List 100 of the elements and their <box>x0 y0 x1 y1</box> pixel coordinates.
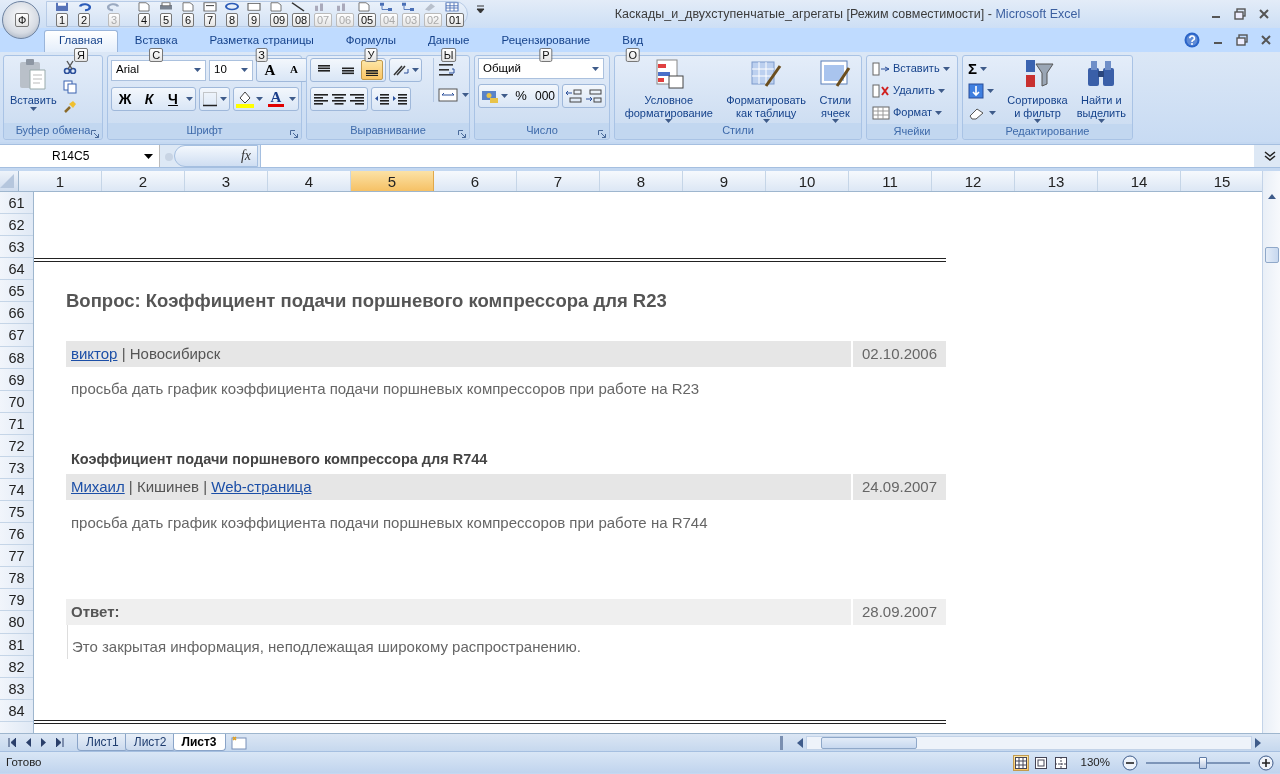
row-header[interactable]: 84 <box>0 699 33 722</box>
column-header[interactable]: 14 <box>1098 171 1181 191</box>
view-button[interactable] <box>1032 754 1049 771</box>
rectangle-icon[interactable] <box>247 2 261 12</box>
fill-color-icon[interactable] <box>236 90 254 108</box>
border-icon[interactable] <box>202 91 218 107</box>
row-header[interactable]: 72 <box>0 434 33 457</box>
styles-button[interactable]: Форматировать как таблицу <box>723 58 810 123</box>
sheet-tab[interactable]: Лист1 <box>77 734 128 751</box>
row-header[interactable]: 74 <box>0 479 33 502</box>
customize-toolbar-icon[interactable] <box>476 4 485 14</box>
page-icon[interactable] <box>181 2 195 12</box>
scroll-left-icon[interactable] <box>796 737 804 748</box>
cells-button[interactable]: Формат <box>870 102 954 124</box>
column-header[interactable]: 5 <box>351 171 434 191</box>
help-icon[interactable] <box>1184 32 1200 48</box>
italic-button[interactable]: К <box>138 89 160 109</box>
row-header[interactable]: 63 <box>0 236 33 259</box>
paste-button[interactable]: Вставить <box>7 58 60 111</box>
office-button[interactable]: Ф <box>2 1 40 39</box>
styles-button[interactable]: Стили ячеек <box>816 58 855 123</box>
diagram-icon[interactable] <box>379 2 393 12</box>
merge-cells-icon[interactable] <box>438 88 458 102</box>
column-header[interactable]: 9 <box>683 171 766 191</box>
bottom-align-button[interactable] <box>361 60 383 80</box>
view-button[interactable] <box>1012 754 1029 771</box>
insert-function-button[interactable]: fx <box>174 145 258 167</box>
grow-font-button[interactable]: A <box>259 60 281 80</box>
row-header[interactable]: 61 <box>0 192 33 215</box>
name-box[interactable]: R14C5 <box>0 145 160 167</box>
column-header[interactable]: 10 <box>766 171 849 191</box>
first-sheet-icon[interactable] <box>8 738 16 747</box>
last-sheet-icon[interactable] <box>56 738 64 747</box>
column-header[interactable]: 3 <box>185 171 268 191</box>
percent-button[interactable]: % <box>510 86 532 106</box>
printer-icon[interactable] <box>159 2 173 12</box>
decrease-indent-icon[interactable] <box>374 92 390 106</box>
author-link[interactable]: Web-страница <box>211 478 312 495</box>
close-icon[interactable] <box>1260 34 1272 46</box>
ellipse-icon[interactable] <box>225 2 239 12</box>
wrap-text-icon[interactable] <box>438 62 456 78</box>
eraser-icon[interactable] <box>968 106 986 120</box>
row-header[interactable]: 73 <box>0 456 33 479</box>
line-icon[interactable] <box>291 2 305 12</box>
row-header[interactable]: 62 <box>0 214 33 237</box>
dialog-launcher-icon[interactable] <box>598 130 606 139</box>
sheet-tab[interactable]: Лист3 <box>172 734 226 751</box>
scrollbar-thumb[interactable] <box>821 736 917 749</box>
page-icon[interactable] <box>357 2 371 12</box>
align-left-icon[interactable] <box>313 92 329 106</box>
copy-icon[interactable] <box>62 80 77 94</box>
text-box-icon[interactable] <box>203 2 217 12</box>
row-header[interactable]: 65 <box>0 280 33 303</box>
editing-button[interactable]: Найти и выделить <box>1073 58 1129 123</box>
column-header[interactable]: 7 <box>517 171 600 191</box>
align-right-icon[interactable] <box>349 92 365 106</box>
scissors-icon[interactable] <box>62 60 77 74</box>
currency-icon[interactable] <box>481 88 499 104</box>
increase-decimal-icon[interactable] <box>565 88 583 104</box>
dialog-launcher-icon[interactable] <box>91 130 99 139</box>
restore-icon[interactable] <box>1234 8 1246 20</box>
column-header[interactable]: 6 <box>434 171 517 191</box>
shrink-font-button[interactable]: A <box>283 60 305 80</box>
close-icon[interactable] <box>1258 8 1270 20</box>
undo-icon[interactable] <box>77 2 91 12</box>
next-sheet-icon[interactable] <box>40 738 48 747</box>
text-angle-icon[interactable] <box>392 63 410 77</box>
row-header[interactable]: 81 <box>0 633 33 656</box>
row-header[interactable]: 83 <box>0 677 33 700</box>
cells-button[interactable]: Удалить <box>870 80 954 102</box>
zoom-slider-thumb[interactable] <box>1199 756 1208 769</box>
shape-icon[interactable] <box>269 2 283 12</box>
column-header[interactable]: 12 <box>932 171 1015 191</box>
number-format-field[interactable]: Общий <box>478 58 604 79</box>
row-header[interactable]: 79 <box>0 589 33 612</box>
dialog-launcher-icon[interactable] <box>458 130 466 139</box>
save-icon[interactable] <box>55 2 69 12</box>
row-header[interactable]: 77 <box>0 545 33 568</box>
page-icon[interactable] <box>137 2 151 12</box>
autosum-button[interactable]: Σ <box>966 58 1002 80</box>
row-header[interactable]: 75 <box>0 501 33 524</box>
bold-button[interactable]: Ж <box>114 89 136 109</box>
fill-down-icon[interactable] <box>968 83 984 99</box>
row-header[interactable]: 67 <box>0 324 33 347</box>
brush-icon[interactable] <box>62 100 77 114</box>
row-header[interactable]: 71 <box>0 412 33 435</box>
row-header[interactable]: 68 <box>0 346 33 369</box>
author-link[interactable]: виктор <box>71 345 118 362</box>
row-header[interactable]: 70 <box>0 390 33 413</box>
row-header[interactable]: 78 <box>0 567 33 590</box>
row-header[interactable]: 80 <box>0 611 33 634</box>
row-header[interactable]: 76 <box>0 523 33 546</box>
zoom-in-icon[interactable] <box>1258 754 1274 771</box>
decrease-decimal-icon[interactable] <box>585 88 603 104</box>
scroll-right-icon[interactable] <box>1254 737 1262 748</box>
split-handle-icon[interactable] <box>780 735 784 750</box>
font-size-field[interactable]: 10 <box>209 59 253 81</box>
dialog-launcher-icon[interactable] <box>290 130 298 139</box>
font-color-button[interactable]: A <box>265 89 287 109</box>
column-header[interactable]: 13 <box>1015 171 1098 191</box>
